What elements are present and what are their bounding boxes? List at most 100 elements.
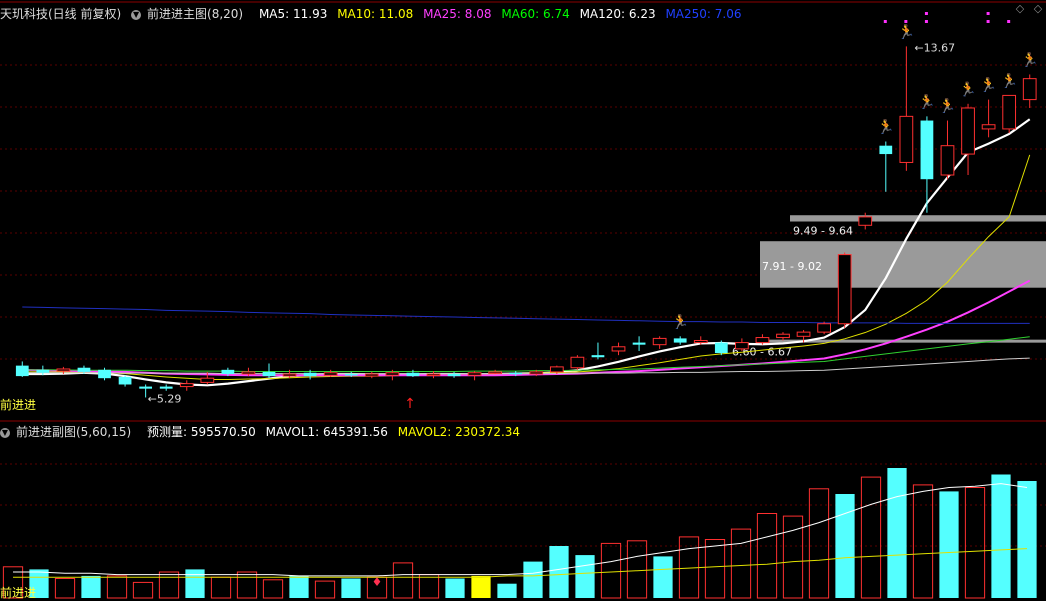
volume-bar: [497, 583, 517, 598]
candle-body: [899, 115, 914, 163]
candle-body: [591, 355, 605, 358]
candle-body: [837, 254, 852, 325]
volume-bar: [756, 513, 778, 599]
volume-bar: [185, 569, 205, 598]
chevron-down-icon[interactable]: ▼: [131, 9, 142, 20]
volume-bar: [523, 561, 543, 598]
volume-bar: [341, 578, 361, 598]
volume-bar: [418, 574, 440, 599]
candle-body: [303, 372, 317, 377]
volume-bar: [991, 474, 1011, 598]
candle-body: [693, 339, 708, 344]
volume-bar: [471, 575, 491, 598]
sub-panel-name: 前进进: [0, 586, 37, 600]
volume-bar: [730, 528, 752, 599]
forecast-volume-label: 预测量: 595570.50: [147, 425, 256, 439]
candle-body: [98, 369, 111, 379]
candle-body: [796, 331, 811, 337]
candle-body: [467, 372, 482, 376]
candle-body: [139, 386, 153, 389]
volume-bar: [860, 476, 882, 599]
gem-icon: ♦: [372, 575, 383, 589]
buy-arrow-icon: ↑: [404, 396, 416, 412]
candle-body: [159, 386, 173, 389]
signal-dot: [924, 20, 928, 23]
candle-body: [118, 376, 132, 385]
volume-bar: [54, 578, 76, 599]
candle-body: [15, 365, 29, 377]
ma-line-ma25: [22, 279, 1031, 377]
candle-body: [858, 216, 873, 226]
candle-body: [735, 342, 749, 350]
indicator-sub[interactable]: ▼ 前进进副图(5,60,15): [0, 425, 137, 439]
runner-signal-icon: 🏃: [1000, 72, 1017, 89]
volume-bar: [1017, 481, 1037, 598]
indicator-main[interactable]: ▼ 前进进主图(8,20): [131, 7, 249, 21]
volume-bar: [912, 484, 934, 599]
signal-dot: [904, 20, 908, 23]
diamond-icon[interactable]: ◇: [1010, 2, 1030, 16]
signal-dot: [986, 20, 990, 23]
volume-bar: [575, 555, 595, 598]
mavol2-line: [13, 548, 1028, 578]
volume-bar: [626, 540, 648, 599]
candle-body: [879, 145, 893, 155]
candle-body: [755, 337, 770, 344]
volume-bar: [600, 542, 622, 599]
volume-bar: [549, 546, 569, 598]
runner-signal-icon: 🏃: [671, 313, 688, 330]
volume-bar: [210, 576, 232, 599]
chevron-down-icon[interactable]: ▼: [0, 427, 10, 438]
candle-body: [323, 372, 338, 376]
candle-body: [570, 356, 585, 369]
diamond-icon-2[interactable]: ◇: [1028, 2, 1046, 16]
candle-body: [529, 371, 544, 375]
candle-body: [488, 371, 503, 374]
candle-body: [221, 369, 235, 375]
candle-body: [406, 372, 420, 377]
stock-title: 天玑科技(日线 前复权): [0, 7, 122, 21]
high-price-label: ←13.67: [914, 41, 955, 54]
volume-bar: [964, 487, 986, 599]
candle-body: [1002, 94, 1017, 130]
ma120-label: MA120: 6.23: [579, 7, 656, 21]
volume-bar: [835, 494, 855, 598]
main-header: 天玑科技(日线 前复权) ▼ 前进进主图(8,20) MA5: 11.93 MA1…: [0, 6, 747, 22]
candle-body: [961, 107, 975, 155]
runner-signal-icon: 🏃: [939, 98, 956, 115]
candle-body: [426, 373, 441, 377]
mavol1-line: [13, 483, 1028, 577]
ma60-label: MA60: 6.74: [501, 7, 570, 21]
mavol2-label: MAVOL2: 230372.34: [397, 425, 521, 439]
main-panel-name: 前进进: [0, 398, 37, 412]
volume-bar: [314, 580, 336, 599]
signal-dot: [986, 12, 990, 15]
candle-body: [632, 342, 646, 345]
volume-bar: [887, 468, 907, 598]
runner-signal-icon: 🏃: [1021, 51, 1038, 68]
ma250-label: MA250: 7.06: [665, 7, 742, 21]
candle-body: [262, 371, 276, 377]
candle-body: [940, 145, 955, 176]
volume-bar: [81, 575, 101, 598]
runner-signal-icon: 🏃: [918, 93, 935, 110]
volume-bar: [289, 575, 309, 598]
runner-signal-icon: 🏃: [959, 81, 976, 98]
volume-bar: [158, 571, 180, 599]
candle-body: [817, 323, 831, 333]
ma5-label: MA5: 11.93: [258, 7, 328, 21]
candle-body: [509, 372, 523, 375]
chart-canvas[interactable]: 9.49 - 9.647.91 - 9.026.60 - 6.67←13.67←…: [0, 0, 1046, 600]
candle-body: [714, 342, 728, 354]
candle-body: [364, 373, 379, 377]
candle-body: [1022, 78, 1037, 101]
candle-body: [77, 367, 91, 372]
candle-body: [776, 333, 790, 339]
volume-bar: [132, 581, 154, 599]
candle-body: [447, 374, 461, 377]
candle-body: [179, 383, 194, 388]
runner-signal-icon: 🏃: [877, 118, 894, 135]
candle-body: [920, 120, 934, 180]
signal-dot: [924, 12, 928, 15]
candle-body: [981, 124, 996, 130]
